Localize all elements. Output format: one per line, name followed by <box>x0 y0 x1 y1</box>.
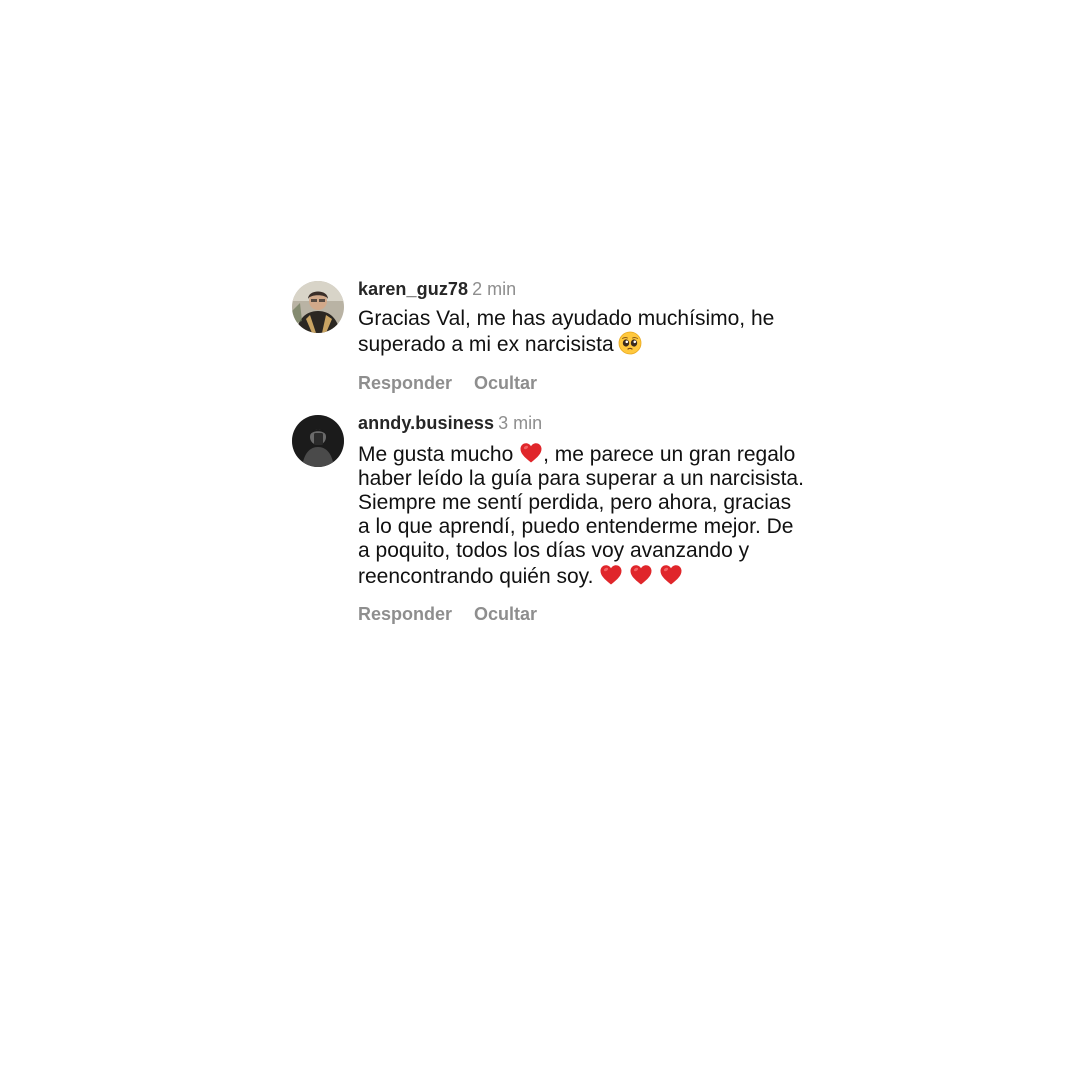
comment-meta: karen_guz78 2 min <box>358 278 808 300</box>
red-heart-icon <box>600 565 622 585</box>
reply-button[interactable]: Responder <box>358 604 452 624</box>
red-heart-icon <box>660 565 682 585</box>
avatar-photo <box>292 415 344 467</box>
hide-button[interactable]: Ocultar <box>474 604 537 624</box>
pleading-face-icon <box>618 331 642 355</box>
comment-actions: Responder Ocultar <box>358 372 808 394</box>
comment-content: anndy.business 3 min Me gusta mucho , me … <box>358 412 808 625</box>
comment-text: Gracias Val, me has ayudado muchísimo, h… <box>358 307 808 357</box>
comment-meta: anndy.business 3 min <box>358 412 808 434</box>
comment-text: Me gusta mucho , me parece un gran regal… <box>358 441 808 589</box>
comment-content: karen_guz78 2 min Gracias Val, me has ayu… <box>358 278 808 394</box>
red-heart-icon <box>630 565 652 585</box>
timestamp: 2 min <box>472 279 517 299</box>
red-heart-icon <box>520 443 542 463</box>
username[interactable]: karen_guz78 <box>358 279 468 299</box>
avatar[interactable] <box>292 415 344 467</box>
comment-text-part: Me gusta mucho <box>358 443 514 466</box>
comment-text-part: Gracias Val, me has ayudado muchísimo, h… <box>358 307 775 356</box>
timestamp: 3 min <box>498 413 543 433</box>
comment-actions: Responder Ocultar <box>358 603 808 625</box>
avatar[interactable] <box>292 281 344 333</box>
reply-button[interactable]: Responder <box>358 373 452 393</box>
avatar-photo <box>292 281 344 333</box>
username[interactable]: anndy.business <box>358 413 494 433</box>
hide-button[interactable]: Ocultar <box>474 373 537 393</box>
